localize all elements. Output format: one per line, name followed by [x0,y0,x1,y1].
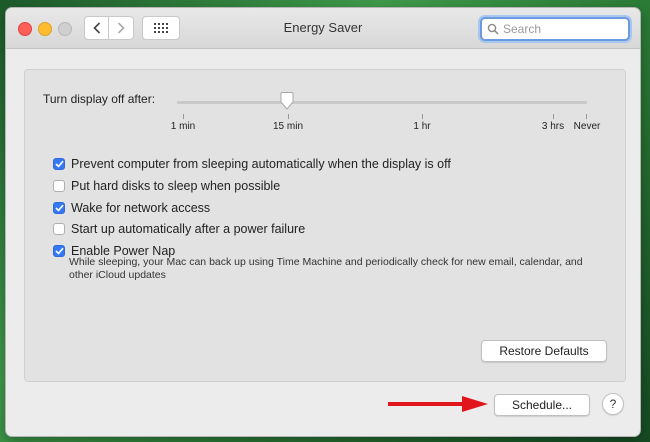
tick-label-never: Never [573,121,601,132]
red-arrow-icon [388,396,488,412]
wake-network-checkbox[interactable] [53,202,65,214]
slider-tick [553,114,554,119]
option-hard-disks-sleep[interactable]: Put hard disks to sleep when possible [53,179,280,193]
checkmark-icon [54,160,64,168]
option-startup-power-failure[interactable]: Start up automatically after a power fai… [53,222,305,236]
tick-label-3-hrs: 3 hrs [541,121,565,132]
tick-label-15-min: 15 min [272,121,304,132]
prevent-sleep-checkbox[interactable] [53,158,65,170]
settings-panel: Turn display off after: 1 min 15 min 1 h… [24,69,626,382]
energy-saver-window: Energy Saver Turn display off after: 1 m… [6,8,640,436]
option-wake-network[interactable]: Wake for network access [53,201,210,215]
title-bar: Energy Saver [6,8,640,49]
startup-power-failure-checkbox[interactable] [53,223,65,235]
checkmark-icon [54,204,64,212]
magnifier-icon [487,23,499,35]
slider-tick [288,114,289,119]
tick-label-1-min: 1 min [170,121,196,132]
tick-label-1-hr: 1 hr [413,121,431,132]
search-field[interactable] [480,17,630,41]
hard-disks-sleep-label: Put hard disks to sleep when possible [71,179,281,193]
display-off-slider-track[interactable] [177,101,587,104]
option-prevent-sleep[interactable]: Prevent computer from sleeping automatic… [53,157,451,171]
hard-disks-sleep-checkbox[interactable] [53,180,65,192]
startup-power-failure-label: Start up automatically after a power fai… [71,222,306,236]
search-input[interactable] [501,21,623,37]
slider-tick [586,114,587,119]
restore-defaults-button[interactable]: Restore Defaults [481,340,607,362]
power-nap-checkbox[interactable] [53,245,65,257]
display-off-label: Turn display off after: [43,92,156,106]
prevent-sleep-label: Prevent computer from sleeping automatic… [71,157,451,171]
help-button[interactable]: ? [602,393,624,415]
wake-network-label: Wake for network access [71,201,211,215]
power-nap-description: While sleeping, your Mac can back up usi… [69,256,583,281]
schedule-button[interactable]: Schedule... [494,394,590,416]
display-off-slider-thumb[interactable] [280,92,294,110]
slider-tick [422,114,423,119]
checkmark-icon [54,247,64,255]
slider-tick [183,114,184,119]
